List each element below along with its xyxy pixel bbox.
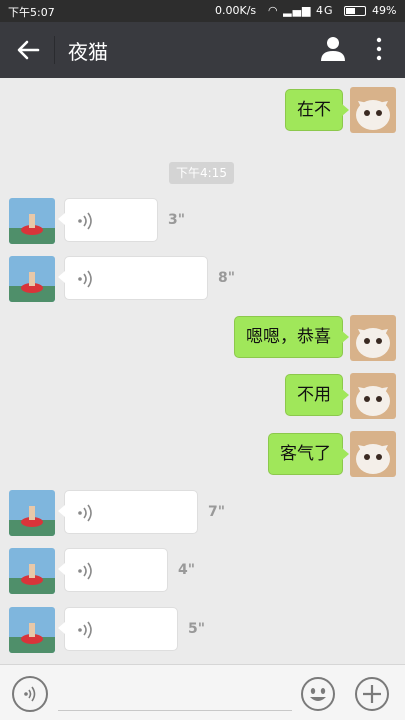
voice-wave-icon [78,270,92,288]
plus-icon[interactable] [354,676,390,712]
voice-mode-icon[interactable] [12,676,48,712]
my-avatar[interactable] [350,315,396,361]
message-input-bar [0,664,405,720]
incoming-voice-message[interactable] [58,607,178,651]
outgoing-text-message[interactable]: 在不 [285,89,349,131]
voice-duration: 4" [178,562,196,578]
voice-duration: 3" [168,212,186,228]
contact-avatar[interactable] [9,490,55,536]
signal-indicator: ◠ ▂▄▆ 4G [268,4,334,17]
battery-icon [344,6,366,16]
voice-duration: 7" [208,504,226,520]
wifi-icon: ◠ [268,4,279,17]
my-avatar[interactable] [350,373,396,419]
status-bar: 下午5:07 0.00K/s ◠ ▂▄▆ 4G 49% [0,0,405,22]
more-vertical-icon[interactable] [370,36,388,62]
header-divider [54,36,55,64]
my-avatar[interactable] [350,87,396,133]
message-text-input[interactable] [58,675,292,711]
status-time: 下午5:07 [8,6,55,19]
network-speed: 0.00K/s [215,4,257,17]
voice-wave-icon [78,504,92,522]
outgoing-text-message[interactable]: 客气了 [268,433,349,475]
incoming-voice-message[interactable] [58,198,158,242]
contact-avatar[interactable] [9,256,55,302]
outgoing-text-message[interactable]: 不用 [285,374,349,416]
voice-wave-icon [78,621,92,639]
voice-wave-icon [78,212,92,230]
incoming-voice-message[interactable] [58,548,168,592]
message-timestamp: 下午4:15 [169,162,234,184]
back-arrow-icon[interactable] [12,34,44,66]
voice-wave-icon [78,562,92,580]
incoming-voice-message[interactable] [58,490,198,534]
chat-message-list[interactable]: 在不 下午4:15 3" 8" 嗯嗯，恭喜 不用 客气了 7" 4" 5" [0,78,405,664]
signal-bars-icon: ▂▄▆ [283,4,312,17]
my-avatar[interactable] [350,431,396,477]
person-icon[interactable] [318,34,348,64]
contact-avatar[interactable] [9,607,55,653]
battery-percent: 49% [372,4,397,17]
contact-avatar[interactable] [9,548,55,594]
chat-header: 夜猫 [0,22,405,78]
contact-avatar[interactable] [9,198,55,244]
incoming-voice-message[interactable] [58,256,208,300]
emoji-icon[interactable] [300,676,336,712]
voice-duration: 8" [218,270,236,286]
network-type: 4G [316,4,334,17]
chat-title: 夜猫 [68,40,108,64]
outgoing-text-message[interactable]: 嗯嗯，恭喜 [234,316,349,358]
voice-duration: 5" [188,621,206,637]
